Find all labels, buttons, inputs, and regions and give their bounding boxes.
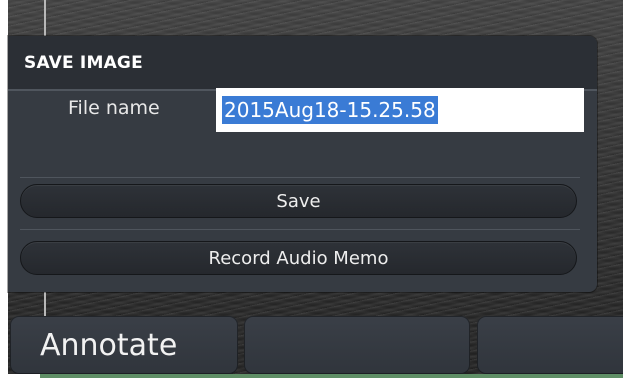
app-screen: SAVE IMAGE File name 2015Aug18-15.25.58 … [0, 0, 623, 378]
save-button[interactable]: Save [20, 184, 577, 218]
bottom-margin [0, 374, 40, 378]
file-name-value: 2015Aug18-15.25.58 [222, 96, 438, 124]
record-audio-memo-button[interactable]: Record Audio Memo [20, 241, 577, 275]
file-name-label: File name [68, 97, 160, 119]
divider [20, 177, 580, 178]
annotate-button[interactable]: Annotate [10, 316, 238, 374]
dialog-header: SAVE IMAGE [8, 36, 597, 91]
file-name-input[interactable]: 2015Aug18-15.25.58 [216, 88, 584, 132]
toolbar-button-2[interactable] [244, 316, 470, 374]
status-strip [40, 374, 623, 378]
toolbar-button-3[interactable] [477, 316, 623, 374]
left-margin [0, 0, 8, 378]
divider [20, 229, 580, 230]
dialog-title: SAVE IMAGE [24, 52, 143, 73]
